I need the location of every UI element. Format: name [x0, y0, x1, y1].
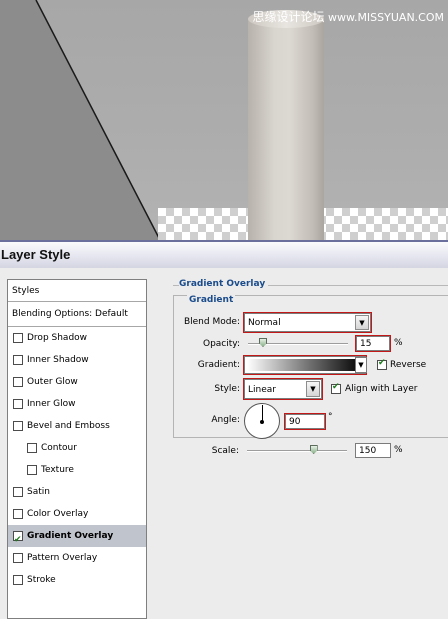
style-value: Linear: [248, 385, 276, 395]
angle-degree-sign: °: [328, 412, 333, 422]
style-item-inner-glow[interactable]: Inner Glow: [8, 393, 146, 415]
style-checkbox[interactable]: [13, 333, 23, 343]
gradient-picker[interactable]: [243, 355, 367, 375]
style-select[interactable]: Linear ▼: [243, 378, 323, 400]
style-item-gradient-overlay[interactable]: Gradient Overlay: [8, 525, 146, 551]
opacity-label: Opacity:: [203, 339, 240, 349]
style-label: Style:: [214, 384, 240, 394]
style-item-label: Satin: [27, 487, 50, 497]
style-item-outer-glow[interactable]: Outer Glow: [8, 371, 146, 393]
opacity-value: 15: [360, 339, 372, 349]
style-item-satin[interactable]: Satin: [8, 481, 146, 503]
angle-dial[interactable]: [244, 403, 280, 439]
chevron-down-icon: ▼: [355, 315, 369, 330]
style-item-label: Stroke: [27, 575, 56, 585]
style-checkbox[interactable]: [13, 355, 23, 365]
reverse-label: Reverse: [390, 360, 427, 370]
scale-percent-sign: %: [394, 445, 403, 455]
angle-label: Angle:: [211, 415, 240, 425]
align-with-layer-label: Align with Layer: [345, 384, 418, 394]
watermark-cn: 思缘设计论坛: [252, 10, 325, 24]
angle-dial-center: [260, 420, 264, 424]
style-item-label: Inner Shadow: [27, 355, 89, 365]
style-item-label: Inner Glow: [27, 399, 76, 409]
scale-input[interactable]: 150: [355, 443, 391, 458]
opacity-slider-thumb[interactable]: [259, 338, 267, 347]
style-item-label: Gradient Overlay: [27, 531, 114, 541]
angle-value: 90: [289, 417, 301, 427]
style-item-label: Pattern Overlay: [27, 553, 98, 563]
style-checkbox[interactable]: [13, 509, 23, 519]
scale-label: Scale:: [211, 446, 239, 456]
style-checkbox[interactable]: [13, 399, 23, 409]
style-item-label: Drop Shadow: [27, 333, 88, 343]
style-item-contour[interactable]: Contour: [8, 437, 146, 459]
reverse-checkbox[interactable]: [377, 358, 387, 370]
style-checkbox[interactable]: [13, 377, 23, 387]
scale-slider-thumb[interactable]: [309, 445, 318, 454]
style-checkbox[interactable]: [13, 553, 23, 563]
blend-mode-label: Blend Mode:: [183, 317, 240, 327]
style-checkbox[interactable]: [27, 465, 37, 475]
styles-header[interactable]: Styles: [8, 280, 146, 302]
align-with-layer-checkbox[interactable]: [331, 382, 341, 394]
gradient-subgroup: Gradient Blend Mode: Normal ▼ Opacity: 1…: [173, 295, 448, 439]
blending-options-item[interactable]: Blending Options: Default: [8, 302, 146, 327]
gradient-label: Gradient:: [197, 360, 240, 370]
dialog-titlebar[interactable]: Layer Style: [0, 240, 448, 268]
scale-slider-track[interactable]: [247, 450, 347, 452]
gradient-overlay-title: Gradient Overlay: [179, 279, 269, 289]
style-item-label: Outer Glow: [27, 377, 78, 387]
gradient-subgroup-title: Gradient: [187, 295, 236, 305]
angle-input[interactable]: 90: [284, 413, 326, 430]
style-item-label: Contour: [41, 443, 77, 453]
dialog-title: Layer Style: [1, 247, 71, 262]
styles-list: Styles Blending Options: Default Drop Sh…: [7, 279, 147, 619]
style-item-bevel-and-emboss[interactable]: Bevel and Emboss: [8, 415, 146, 437]
style-item-inner-shadow[interactable]: Inner Shadow: [8, 349, 146, 371]
style-checkbox[interactable]: [13, 575, 23, 585]
opacity-percent-sign: %: [394, 338, 403, 348]
scale-value: 150: [359, 446, 377, 456]
style-item-drop-shadow[interactable]: Drop Shadow: [8, 327, 146, 349]
opacity-input[interactable]: 15: [355, 335, 391, 352]
gradient-dropdown-arrow-icon[interactable]: ▼: [355, 357, 367, 373]
style-checkbox[interactable]: [27, 443, 37, 453]
style-item-stroke[interactable]: Stroke: [8, 569, 146, 591]
canvas-preview: 思缘设计论坛 www.MISSYUAN.COM: [0, 0, 448, 240]
blend-mode-select[interactable]: Normal ▼: [243, 312, 372, 333]
style-checkbox[interactable]: [13, 487, 23, 497]
style-checkbox[interactable]: [13, 421, 23, 431]
style-checkbox[interactable]: [13, 529, 23, 551]
style-item-texture[interactable]: Texture: [8, 459, 146, 481]
style-item-label: Bevel and Emboss: [27, 421, 110, 431]
stone-column: [248, 18, 324, 240]
canvas-wall-shading: [0, 0, 161, 240]
watermark: 思缘设计论坛 www.MISSYUAN.COM: [252, 8, 444, 25]
chevron-down-icon: ▼: [306, 381, 320, 397]
watermark-url: www.MISSYUAN.COM: [327, 11, 444, 24]
gradient-preview-swatch: [247, 359, 363, 371]
style-item-color-overlay[interactable]: Color Overlay: [8, 503, 146, 525]
style-item-label: Texture: [41, 465, 74, 475]
blend-mode-value: Normal: [248, 318, 281, 328]
style-item-pattern-overlay[interactable]: Pattern Overlay: [8, 547, 146, 569]
style-item-label: Color Overlay: [27, 509, 89, 519]
